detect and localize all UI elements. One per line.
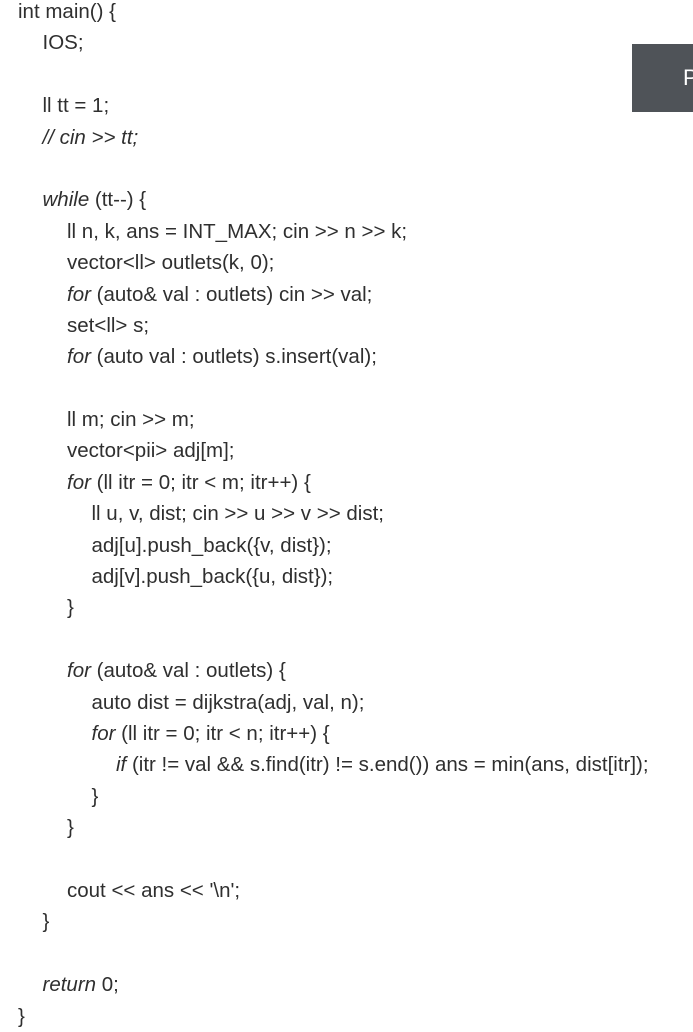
code-line: IOS;	[18, 27, 693, 58]
code-line: cout << ans << '\n';	[18, 875, 693, 906]
code-text: }	[18, 1004, 25, 1028]
code-line: ll n, k, ans = INT_MAX; cin >> n >> k;	[18, 216, 693, 247]
code-line: return 0;	[18, 969, 693, 1000]
code-text: (ll itr = 0; itr < n; itr++) {	[115, 721, 330, 745]
code-line: }	[18, 812, 693, 843]
code-keyword: for	[67, 282, 91, 306]
side-tab-button[interactable]: P	[632, 44, 693, 112]
code-line: // cin >> tt;	[18, 122, 693, 153]
code-keyword: while	[42, 188, 90, 212]
code-line: adj[u].push_back({v, dist});	[18, 530, 693, 561]
code-text: }	[67, 596, 74, 620]
code-text: adj[v].push_back({u, dist});	[91, 565, 334, 589]
code-text: (tt--) {	[89, 188, 147, 212]
code-line: while (tt--) {	[18, 184, 693, 215]
code-line: }	[18, 906, 693, 937]
code-line: adj[v].push_back({u, dist});	[18, 561, 693, 592]
code-keyword: for	[67, 345, 91, 369]
code-keyword: if	[116, 753, 127, 777]
code-text: vector<ll> outlets(k, 0);	[67, 251, 275, 275]
code-text: ll u, v, dist; cin >> u >> v >> dist;	[91, 502, 384, 526]
code-line: }	[18, 781, 693, 812]
code-line: ll m; cin >> m;	[18, 404, 693, 435]
code-text: int main() {	[18, 0, 116, 23]
side-tab-button-label: P	[683, 65, 693, 90]
code-line: }	[18, 592, 693, 623]
code-keyword: for	[67, 659, 91, 683]
code-line: for (ll itr = 0; itr < m; itr++) {	[18, 467, 693, 498]
code-text: (auto& val : outlets) {	[90, 659, 286, 683]
code-line: ll u, v, dist; cin >> u >> v >> dist;	[18, 498, 693, 529]
code-text: ll n, k, ans = INT_MAX; cin >> n >> k;	[67, 219, 408, 243]
code-line: vector<ll> outlets(k, 0);	[18, 247, 693, 278]
code-block: int main() { IOS; ll tt = 1; // cin >> tt; w…	[18, 0, 693, 1032]
code-text: (ll itr = 0; itr < m; itr++) {	[90, 470, 311, 494]
code-text: cout << ans << '\n';	[67, 878, 241, 902]
code-line: ll tt = 1;	[18, 90, 693, 121]
code-text: vector<pii> adj[m];	[67, 439, 235, 463]
code-line: for (auto val : outlets) s.insert(val);	[18, 341, 693, 372]
code-comment: // cin >> tt;	[42, 125, 139, 149]
code-keyword: for	[91, 721, 116, 745]
code-keyword: for	[67, 470, 91, 494]
code-text: set<ll> s;	[67, 313, 150, 337]
code-line: int main() {	[18, 0, 693, 27]
code-text: adj[u].push_back({v, dist});	[91, 533, 332, 557]
code-line: for (auto& val : outlets) {	[18, 655, 693, 686]
code-text: IOS;	[42, 31, 84, 55]
code-text: auto dist = dijkstra(adj, val, n);	[91, 690, 365, 714]
code-text: (itr != val && s.find(itr) != s.end()) a…	[126, 753, 649, 777]
code-line: for (ll itr = 0; itr < n; itr++) {	[18, 718, 693, 749]
code-text: }	[91, 784, 99, 808]
code-text: (auto& val : outlets) cin >> val;	[90, 282, 373, 306]
code-text: }	[42, 910, 50, 934]
code-line: vector<pii> adj[m];	[18, 435, 693, 466]
code-text: ll m; cin >> m;	[67, 408, 195, 432]
code-keyword: return	[42, 973, 97, 997]
code-line: for (auto& val : outlets) cin >> val;	[18, 279, 693, 310]
code-line: set<ll> s;	[18, 310, 693, 341]
code-text: 0;	[96, 973, 119, 997]
code-text: (auto val : outlets) s.insert(val);	[90, 345, 377, 369]
code-line: }	[18, 1001, 693, 1032]
code-line: auto dist = dijkstra(adj, val, n);	[18, 687, 693, 718]
code-text: }	[67, 816, 74, 840]
code-line: if (itr != val && s.find(itr) != s.end()…	[18, 749, 693, 780]
code-text: ll tt = 1;	[42, 94, 110, 118]
